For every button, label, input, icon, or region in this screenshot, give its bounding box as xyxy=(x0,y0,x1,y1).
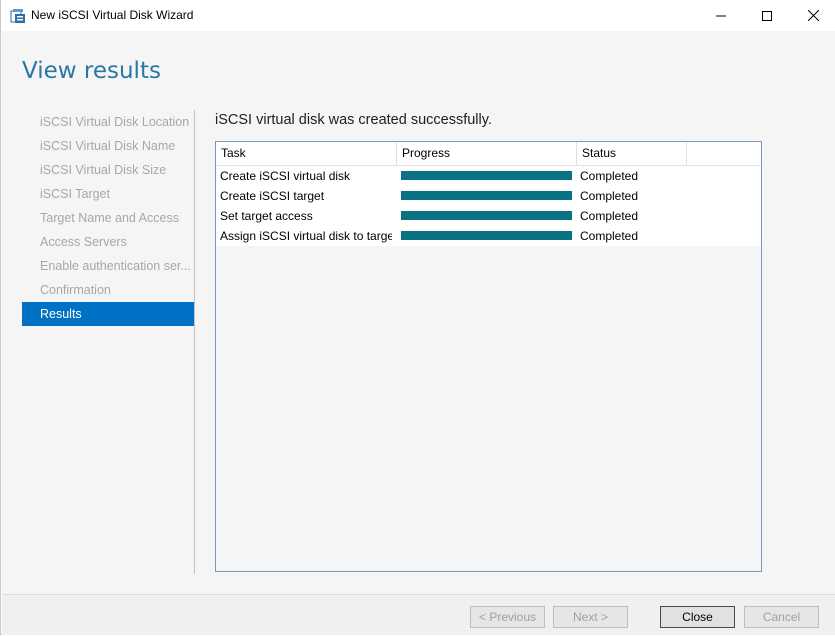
server-manager-icon xyxy=(10,8,26,24)
close-icon xyxy=(807,10,819,21)
wizard-content: View results iSCSI Virtual Disk Location… xyxy=(2,31,835,594)
maximize-icon xyxy=(762,10,772,21)
nav-step-authentication: Enable authentication ser... xyxy=(40,259,191,273)
table-row[interactable]: Set target access Completed xyxy=(216,206,761,226)
results-table-header: Task Progress Status xyxy=(216,142,761,166)
title-bar: New iSCSI Virtual Disk Wizard xyxy=(1,0,835,31)
progress-bar xyxy=(401,231,572,240)
status-cell: Completed xyxy=(580,189,639,203)
results-table: Task Progress Status Create iSCSI virtua… xyxy=(215,141,762,572)
column-header-status[interactable]: Status xyxy=(577,142,687,165)
nav-step-target: iSCSI Target xyxy=(40,187,110,201)
task-cell: Assign iSCSI virtual disk to target xyxy=(220,229,392,243)
task-cell: Create iSCSI target xyxy=(220,189,325,203)
results-rows: Create iSCSI virtual disk Completed Crea… xyxy=(216,166,761,246)
nav-step-location: iSCSI Virtual Disk Location xyxy=(40,115,190,129)
nav-step-target-name: Target Name and Access xyxy=(40,211,179,225)
close-window-button[interactable] xyxy=(790,0,835,31)
column-header-task[interactable]: Task xyxy=(216,142,397,165)
cancel-button[interactable]: Cancel xyxy=(744,606,819,628)
nav-step-results[interactable]: Results xyxy=(22,302,194,326)
column-header-progress[interactable]: Progress xyxy=(397,142,577,165)
progress-bar xyxy=(401,171,572,180)
table-row[interactable]: Create iSCSI target Completed xyxy=(216,186,761,206)
minimize-button[interactable] xyxy=(698,0,744,31)
nav-divider xyxy=(194,110,195,574)
maximize-button[interactable] xyxy=(744,0,790,31)
wizard-steps-nav: iSCSI Virtual Disk Location iSCSI Virtua… xyxy=(22,110,194,326)
nav-step-confirmation: Confirmation xyxy=(40,283,111,297)
wizard-footer: < Previous Next > Close Cancel xyxy=(2,594,835,635)
progress-bar xyxy=(401,191,572,200)
previous-button[interactable]: < Previous xyxy=(470,606,545,628)
progress-bar xyxy=(401,211,572,220)
task-cell: Create iSCSI virtual disk xyxy=(220,169,351,183)
page-title: View results xyxy=(22,58,161,84)
next-button[interactable]: Next > xyxy=(553,606,628,628)
status-cell: Completed xyxy=(580,229,639,243)
close-button[interactable]: Close xyxy=(660,606,735,628)
task-cell: Set target access xyxy=(220,209,313,223)
status-cell: Completed xyxy=(580,169,639,183)
nav-step-size: iSCSI Virtual Disk Size xyxy=(40,163,167,177)
nav-step-name: iSCSI Virtual Disk Name xyxy=(40,139,176,153)
table-row[interactable]: Assign iSCSI virtual disk to target Comp… xyxy=(216,226,761,246)
window-title: New iSCSI Virtual Disk Wizard xyxy=(31,8,194,22)
wizard-window: New iSCSI Virtual Disk Wizard View resul… xyxy=(0,0,835,635)
minimize-icon xyxy=(716,15,726,16)
table-row[interactable]: Create iSCSI virtual disk Completed xyxy=(216,166,761,186)
success-message: iSCSI virtual disk was created successfu… xyxy=(215,112,492,128)
nav-step-access-servers: Access Servers xyxy=(40,235,127,249)
status-cell: Completed xyxy=(580,209,639,223)
